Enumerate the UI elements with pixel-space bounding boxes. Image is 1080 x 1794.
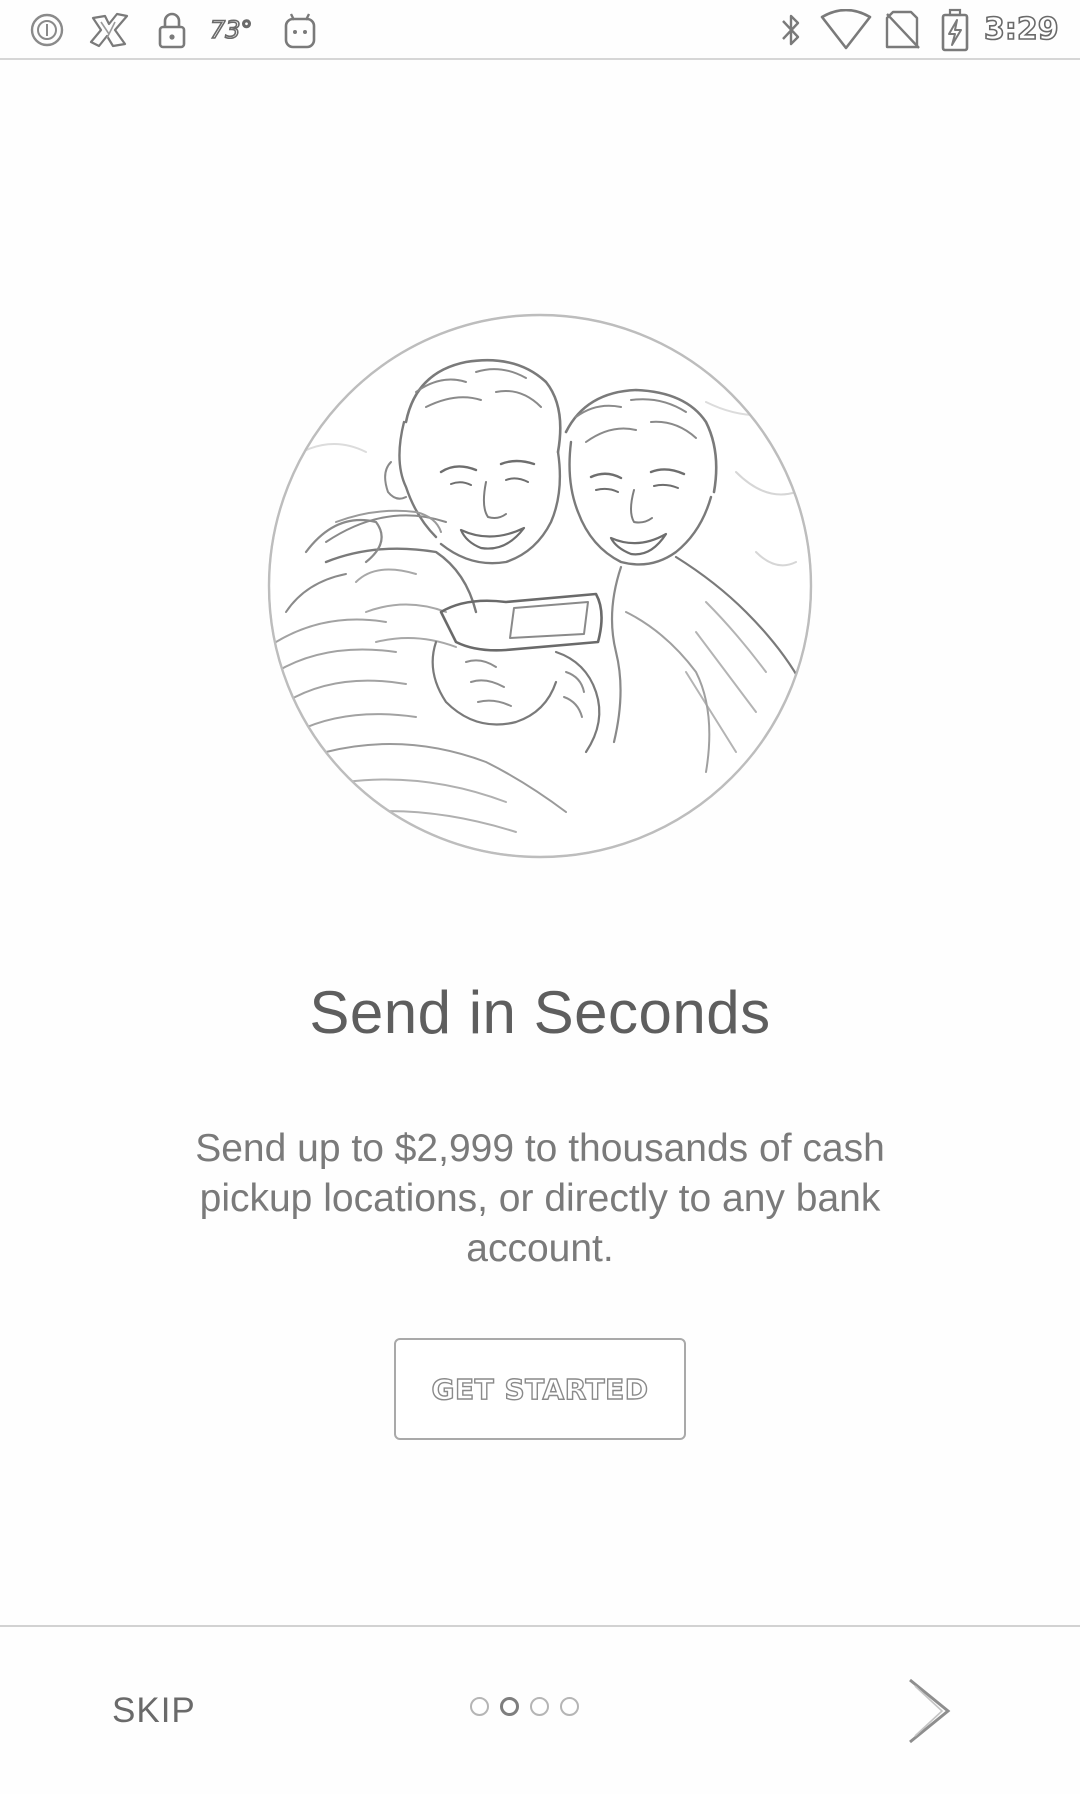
page-dot-2-active[interactable] xyxy=(500,1697,519,1716)
hero-photo xyxy=(266,312,814,860)
get-started-button[interactable]: GET STARTED xyxy=(394,1338,686,1440)
lock-icon xyxy=(154,8,190,52)
bottom-divider xyxy=(0,1625,1080,1627)
get-started-label: GET STARTED xyxy=(431,1372,649,1406)
page-dot-1[interactable] xyxy=(470,1697,489,1716)
brand-logo-icon xyxy=(86,8,132,52)
battery-charging-icon xyxy=(938,8,972,52)
no-sim-icon xyxy=(882,8,922,52)
chevron-right-icon xyxy=(909,1678,951,1744)
android-icon xyxy=(280,8,320,52)
status-bar: 73° 3:29 xyxy=(0,0,1080,60)
bluetooth-icon xyxy=(774,8,808,52)
onboarding-screen: 73° 3:29 Send in Seconds Send up to $2,9… xyxy=(0,0,1080,1794)
clock-text: 3:29 xyxy=(983,11,1059,48)
circle-o-icon xyxy=(28,8,66,52)
wifi-icon xyxy=(818,8,874,52)
page-indicator xyxy=(470,1697,579,1723)
next-button[interactable] xyxy=(904,1676,956,1746)
onboarding-title: Send in Seconds xyxy=(309,979,771,1046)
page-dot-3[interactable] xyxy=(530,1697,549,1716)
temperature-text: 73° xyxy=(209,15,253,45)
page-dot-4[interactable] xyxy=(560,1697,579,1716)
onboarding-description: Send up to $2,999 to thousands of cash p… xyxy=(195,1127,885,1270)
skip-button[interactable]: SKIP xyxy=(112,1686,196,1736)
